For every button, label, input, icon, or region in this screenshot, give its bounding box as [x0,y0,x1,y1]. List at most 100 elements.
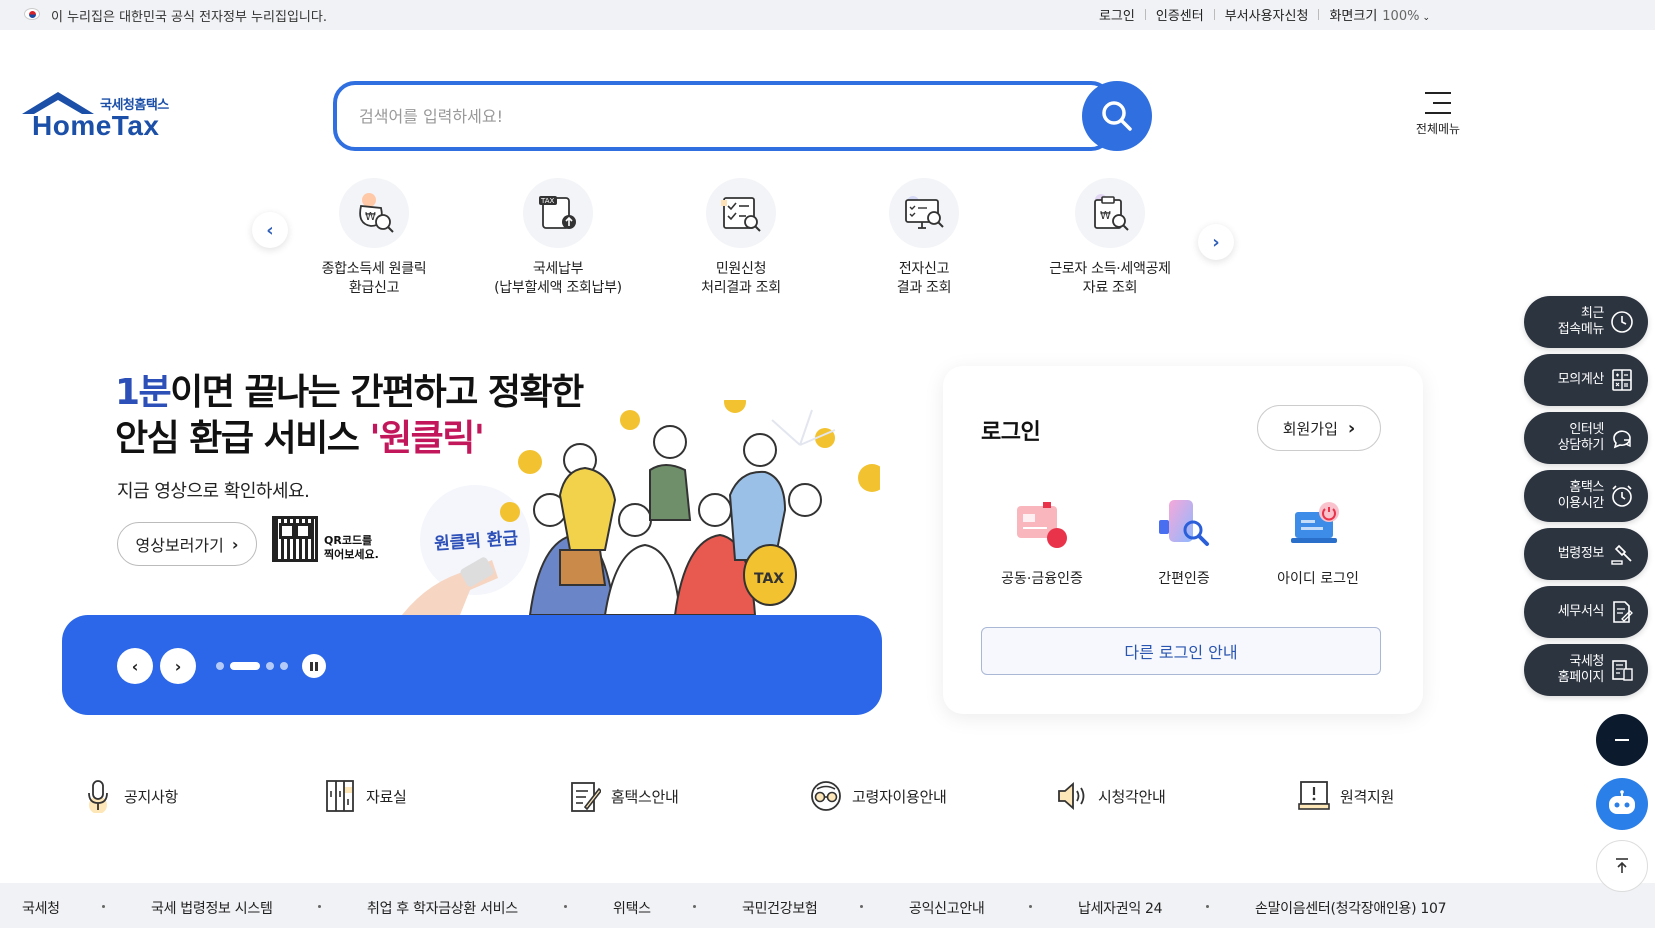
shortcut-hometax-guide[interactable]: 홈택스안내 [567,778,679,814]
id-login-laptop-icon [1288,496,1348,556]
related-site-link[interactable]: 납세자권익 24 [1078,898,1163,918]
quick-menu-label: 세무서식 [1557,604,1605,619]
quick-menu-label: 최근 접속메뉴 [1557,306,1605,337]
quick-service-income-tax-refund[interactable]: ₩ 종합소득세 원클릭 환급신고 [294,178,454,298]
separator-dot [860,905,863,908]
search-input[interactable] [359,101,1039,131]
banner-page-dot[interactable] [280,662,288,670]
separator-dot [102,905,105,908]
shortcut-remote-support[interactable]: 원격지원 [1296,778,1394,814]
all-menu-label: 전체메뉴 [1415,122,1461,136]
all-menu-button[interactable]: 전체메뉴 [1408,90,1468,142]
login-method-certificate[interactable]: 공동·금융인증 [977,496,1107,588]
search-button[interactable] [1082,81,1152,151]
banner-pause-button[interactable] [302,654,326,678]
related-site-link[interactable]: 국민건강보험 [742,898,818,918]
quick-service-civil-request[interactable]: 민원신청 처리결과 조회 [661,178,821,298]
quick-service-label-line2: 결과 조회 [896,280,952,296]
quick-service-label-line2: 처리결과 조회 [701,280,781,296]
separator-dot [1206,905,1209,908]
watch-video-button[interactable]: 영상보러가기 › [117,522,257,566]
divider [1318,9,1320,20]
related-site-link[interactable]: 공익신고안내 [909,898,985,918]
quick-recent-menu[interactable]: 최근 접속메뉴 [1524,296,1648,348]
shortcut-notice[interactable]: 공지사항 [80,778,178,814]
shortcut-audiovisual-guide[interactable]: 시청각안내 [1054,778,1166,814]
banner-next-button[interactable]: › [160,648,196,684]
quick-nts-homepage[interactable]: 국세청 홈페이지 [1524,644,1648,696]
scroll-to-top-button[interactable] [1596,840,1648,892]
quick-tax-forms[interactable]: 세무서식 [1524,586,1648,638]
quick-menu-label: 홈택스 이용시간 [1557,480,1605,511]
login-title: 로그인 [981,420,1041,445]
login-method-label: 아이디 로그인 [1277,571,1359,587]
shortcut-archive[interactable]: 자료실 [322,778,407,814]
utility-link-login[interactable]: 로그인 [1099,5,1135,24]
shortcut-label: 시청각안내 [1098,787,1166,806]
chatbot-button[interactable] [1596,778,1648,830]
related-site-link[interactable]: 취업 후 학자금상환 서비스 [367,898,518,918]
quick-service-label-line1: 종합소득세 원클릭 [321,261,427,277]
simple-auth-phone-icon [1154,496,1214,556]
related-site-link[interactable]: 국세청 [22,898,60,918]
quick-menu-label: 모의계산 [1557,372,1605,387]
quick-menu-label: 인터넷 상담하기 [1557,422,1605,453]
login-method-id-login[interactable]: 아이디 로그인 [1253,496,1383,588]
quick-mock-calculation[interactable]: 모의계산 [1524,354,1648,406]
sign-up-label: 회원가입 [1282,419,1338,438]
related-sites-bar: 국세청 국세 법령정보 시스템 취업 후 학자금상환 서비스 위택스 국민건강보… [0,883,1655,928]
banner-pagination [216,662,288,670]
gov-banner: 이 누리집은 대한민국 공식 전자정부 누리집입니다. 로그인 인증센터 부서사… [0,0,1655,30]
hometax-logo[interactable]: 국세청홈택스 HomeTax [22,90,182,146]
quick-services-next-button[interactable]: › [1198,224,1234,260]
separator-dot [318,905,321,908]
quick-service-e-filing-result[interactable]: 전자신고 결과 조회 [844,178,1004,298]
senior-glasses-icon [808,778,844,814]
guide-document-pen-icon [567,778,603,814]
related-site-link[interactable]: 손말이음센터(청각장애인용) 107 [1255,898,1447,918]
utility-link-dept-user[interactable]: 부서사용자신청 [1225,5,1309,24]
banner-page-dot[interactable] [216,662,224,670]
quick-service-label-line1: 국세납부 [532,261,584,277]
other-login-guide-button[interactable]: 다른 로그인 안내 [981,627,1381,675]
quick-service-label-line1: 근로자 소득·세액공제 [1049,261,1171,277]
banner-subtitle: 지금 영상으로 확인하세요. [117,481,310,502]
related-site-link[interactable]: 위택스 [613,898,651,918]
gavel-icon [1611,544,1632,565]
shortcut-senior-guide[interactable]: 고령자이용안내 [808,778,947,814]
banner-prev-button[interactable]: ‹ [117,648,153,684]
banner-page-dot[interactable] [230,662,260,670]
chevron-left-icon: ‹ [266,219,274,241]
separator-dot [564,905,567,908]
search-box [333,81,1113,151]
quick-service-label-line2: (납부할세액 조회납부) [494,280,622,296]
hamburger-icon [1425,92,1451,114]
shortcut-label: 고령자이용안내 [852,787,947,806]
login-method-label: 간편인증 [1158,571,1210,587]
quick-online-consult[interactable]: 인터넷 상담하기 [1524,412,1648,464]
shortcut-label: 홈택스안내 [611,787,679,806]
quick-service-hours[interactable]: 홈택스 이용시간 [1524,470,1648,522]
banner-page-dot[interactable] [266,662,274,670]
chatbot-robot-icon [1609,790,1635,814]
chevron-right-icon: › [1347,417,1356,439]
zoom-label: 화면크기 [1329,9,1378,24]
e-filing-monitor-icon [889,178,959,248]
sign-up-button[interactable]: 회원가입 › [1257,405,1381,451]
quick-legal-info[interactable]: 법령정보 [1524,528,1648,580]
quick-service-worker-deduction[interactable]: ₩ 근로자 소득·세액공제 자료 조회 [1030,178,1190,298]
quick-services-prev-button[interactable]: ‹ [252,212,288,248]
chevron-down-icon: ⌄ [1422,13,1430,23]
collapse-quick-menu-button[interactable] [1596,714,1648,766]
quick-service-tax-payment[interactable]: TAX 국세납부 (납부할세액 조회납부) [478,178,638,298]
login-method-simple-auth[interactable]: 간편인증 [1119,496,1249,588]
certificate-card-icon [1012,496,1072,556]
zoom-control[interactable]: 화면크기 100% ⌄ [1329,5,1430,24]
chevron-left-icon: ‹ [131,656,139,676]
qr-caption-line1: QR코드를 [324,534,373,547]
chevron-right-icon: › [231,534,239,554]
zoom-value: 100% [1382,9,1420,24]
related-site-link[interactable]: 국세 법령정보 시스템 [151,898,273,918]
utility-link-cert-center[interactable]: 인증센터 [1156,5,1204,24]
separator-dot [1029,905,1032,908]
